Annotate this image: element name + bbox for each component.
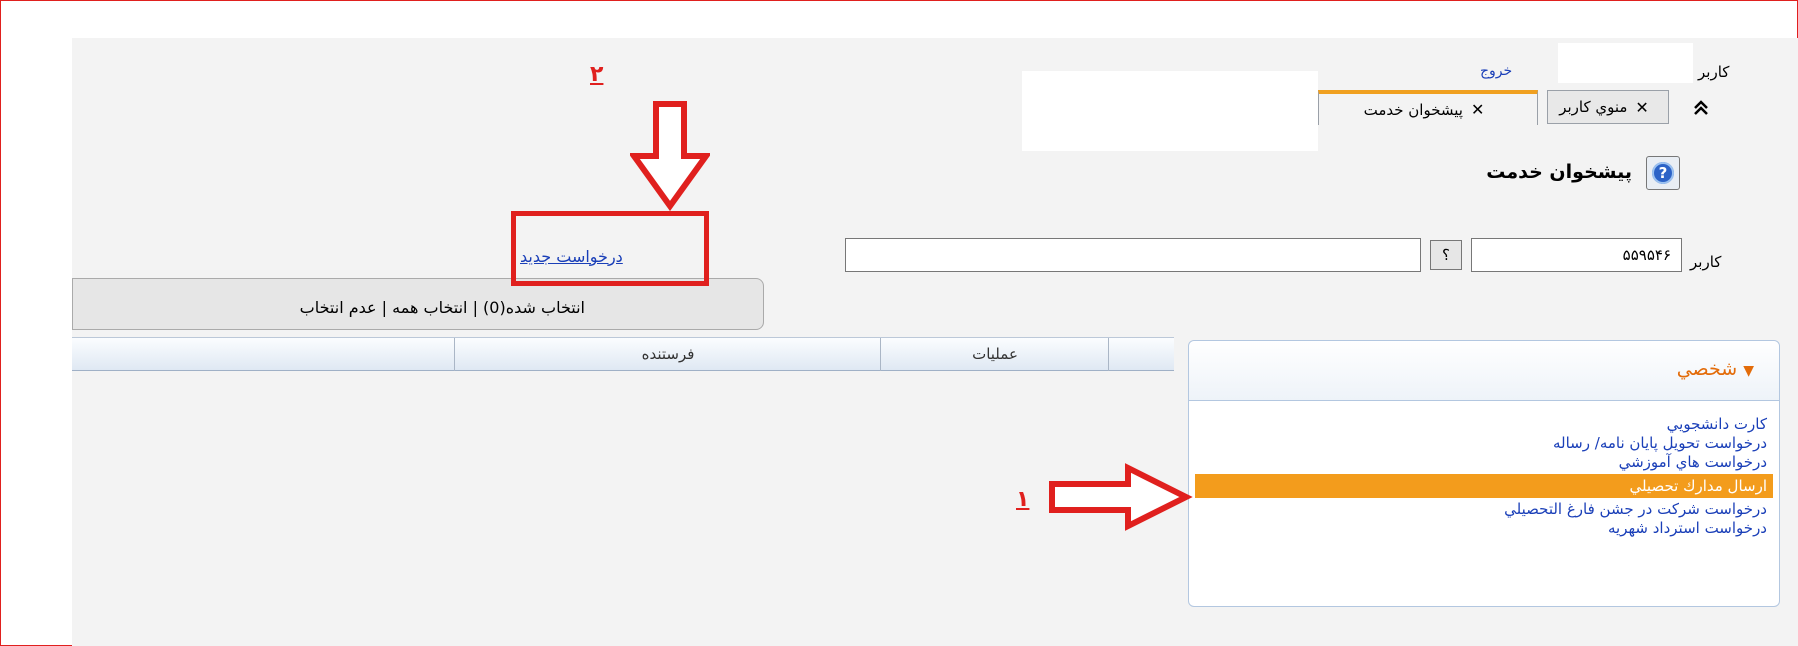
logout-link[interactable]: خروج xyxy=(1480,63,1512,79)
annotation-step-2: ۲ xyxy=(590,62,604,87)
menu-item-thesis-delivery[interactable]: درخواست تحويل پايان نامه/ رساله xyxy=(1195,434,1773,453)
grid-column-blank xyxy=(72,338,455,371)
tab-label: پيشخوان خدمت xyxy=(1363,100,1463,119)
user-id-input[interactable] xyxy=(1471,238,1682,272)
help-button[interactable]: ? xyxy=(1646,156,1680,190)
close-icon[interactable]: ✕ xyxy=(1635,98,1648,117)
personal-menu-list: كارت دانشجويي درخواست تحويل پايان نامه/ … xyxy=(1195,415,1773,538)
user-field-label: كاربر xyxy=(1690,253,1722,271)
tab-label: منوي كاربر xyxy=(1559,98,1628,116)
right-arrow-icon xyxy=(1049,463,1193,531)
selection-controls[interactable]: انتخاب شده(0) | انتخاب همه | عدم انتخاب xyxy=(125,298,585,317)
grid-column-select[interactable] xyxy=(1108,338,1175,371)
down-arrow-icon xyxy=(630,101,710,212)
menu-item-student-card[interactable]: كارت دانشجويي xyxy=(1195,415,1773,434)
page-title: پيشخوان خدمت xyxy=(1486,161,1632,183)
menu-item-send-documents[interactable]: ارسال مدارك تحصيلي xyxy=(1195,474,1773,498)
user-label: كاربر xyxy=(1698,63,1730,81)
tab-user-menu[interactable]: ✕ منوي كاربر xyxy=(1547,90,1669,124)
annotation-step-1: ۱ xyxy=(1016,487,1030,512)
blank-area xyxy=(1022,71,1318,151)
grid-column-sender[interactable]: فرستنده xyxy=(454,338,881,371)
close-icon[interactable]: ✕ xyxy=(1471,100,1484,119)
panel-title[interactable]: ▼ شخصي xyxy=(1544,358,1754,380)
tab-service-counter[interactable]: ✕ پيشخوان خدمت xyxy=(1318,90,1538,125)
username-display xyxy=(1558,43,1693,83)
grid-header: فرستنده عمليات xyxy=(72,337,1174,371)
grid-column-operations[interactable]: عمليات xyxy=(880,338,1109,371)
chevron-down-icon: ▼ xyxy=(1743,363,1754,379)
panel-title-label: شخصي xyxy=(1676,358,1738,380)
menu-item-graduation-ceremony[interactable]: درخواست شركت در جشن فارغ التحصيلي xyxy=(1195,500,1773,519)
lookup-button[interactable]: ؟ xyxy=(1430,240,1462,270)
menu-item-educational-requests[interactable]: درخواست هاي آموزشي xyxy=(1195,453,1773,472)
user-name-input[interactable] xyxy=(845,238,1421,272)
annotation-highlight-box xyxy=(511,211,709,286)
menu-item-tuition-refund[interactable]: درخواست استرداد شهريه xyxy=(1195,519,1773,538)
chevrons-up-icon[interactable] xyxy=(1692,98,1710,122)
help-icon: ? xyxy=(1652,162,1674,184)
